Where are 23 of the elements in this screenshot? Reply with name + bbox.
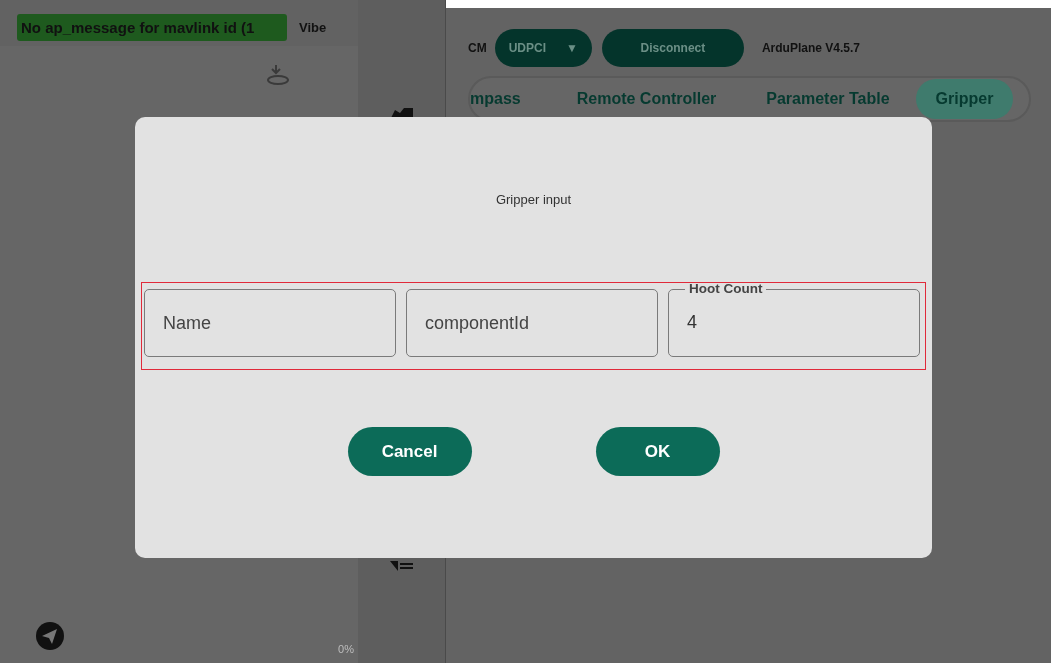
status-message: No ap_message for mavlink id (1 bbox=[17, 13, 287, 41]
list-icon[interactable] bbox=[389, 561, 414, 571]
dialog-title: Gripper input bbox=[495, 192, 572, 208]
tab[interactable]: Parameter Table bbox=[754, 79, 902, 119]
text-field[interactable]: componentId bbox=[406, 289, 658, 357]
tab[interactable]: mpass bbox=[470, 79, 533, 119]
text-field[interactable]: Name bbox=[144, 289, 396, 357]
connection-label: CM bbox=[468, 41, 487, 55]
progress-label: 0% bbox=[338, 643, 355, 655]
dialog-button[interactable]: Cancel bbox=[347, 427, 472, 476]
firmware-version: ArduPlane V4.5.7 bbox=[761, 41, 860, 55]
input-field[interactable]: Name bbox=[161, 309, 387, 337]
send-icon[interactable] bbox=[35, 621, 65, 651]
vibe-label: Vibe bbox=[299, 19, 327, 35]
dialog-button[interactable]: OK bbox=[595, 427, 720, 476]
tab[interactable]: Gripper bbox=[915, 79, 1014, 119]
port-dropdown[interactable]: UDPCI ▼ bbox=[494, 29, 592, 67]
input-field[interactable]: 4 bbox=[685, 308, 911, 337]
tab[interactable]: Remote Controller bbox=[564, 79, 729, 119]
disconnect-button[interactable]: Disconnect bbox=[601, 29, 744, 67]
input-field[interactable]: componentId bbox=[423, 309, 649, 337]
text-field[interactable]: Hoot Count 4 bbox=[668, 282, 920, 357]
field-label: Hoot Count bbox=[688, 282, 764, 296]
